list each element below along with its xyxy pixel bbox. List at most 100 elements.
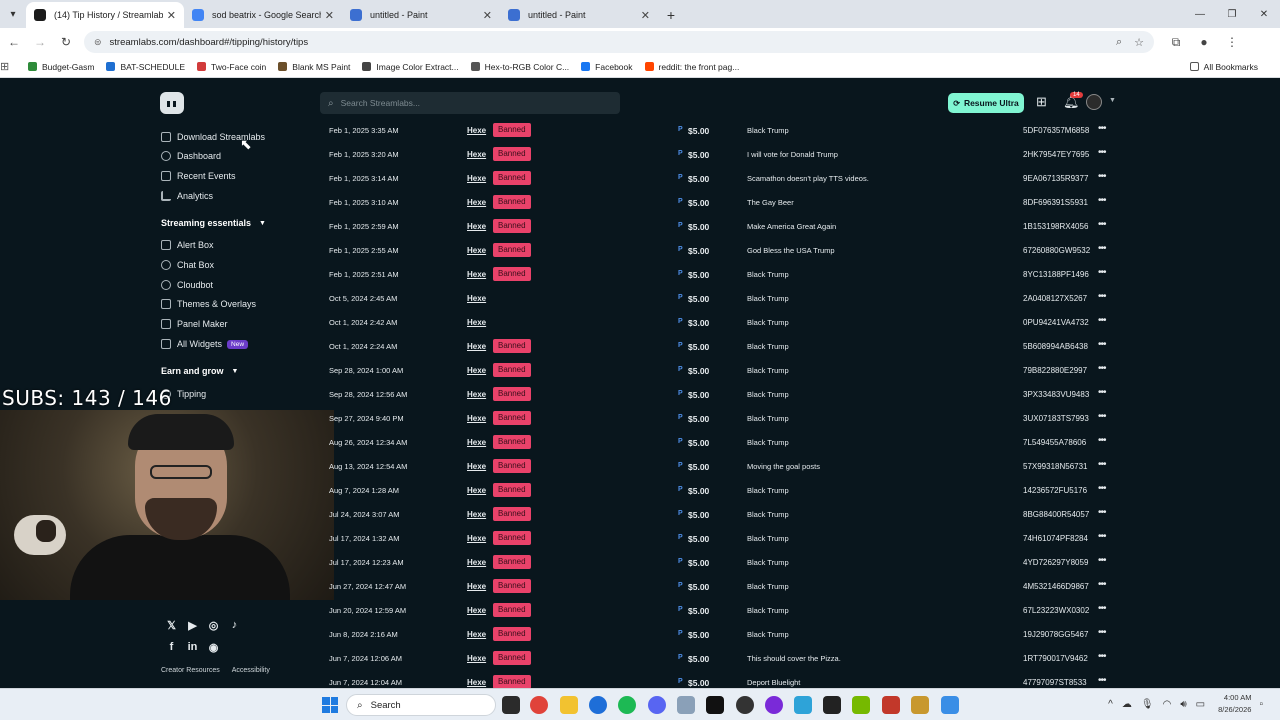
tiktok-icon[interactable]: ♪ [224,619,245,632]
more-options-icon[interactable]: ••• [1098,219,1106,230]
new-tab-button[interactable]: + [658,2,684,28]
forward-button[interactable]: → [28,30,52,54]
microphone-icon[interactable]: 🎙︎ [1141,699,1154,710]
tip-username-link[interactable]: Hexe [467,558,486,567]
more-options-icon[interactable]: ••• [1098,243,1106,254]
browser-tab[interactable]: sod beatrix - Google Search ✕ [184,2,342,28]
tip-username-link[interactable]: Hexe [467,366,486,375]
search-bar[interactable]: ⌕ Search Streamlabs... [320,92,620,114]
wifi-icon[interactable]: ◠ [1163,699,1172,710]
more-options-icon[interactable]: ••• [1098,267,1106,278]
accessibility-link[interactable]: Accessibility [232,667,270,674]
more-options-icon[interactable]: ••• [1098,123,1106,134]
more-options-icon[interactable]: ••• [1098,675,1106,686]
tip-username-link[interactable]: Hexe [467,150,486,159]
browser-tab[interactable]: untitled - Paint ✕ [342,2,500,28]
facebook-icon[interactable]: f [161,641,182,654]
app-icon[interactable] [706,696,724,714]
close-tab-icon[interactable]: ✕ [483,9,492,22]
profile-icon[interactable]: ● [1190,35,1218,50]
more-options-icon[interactable]: ••• [1098,171,1106,182]
spotify-icon[interactable] [618,696,636,714]
discord-icon[interactable]: ◉ [203,641,224,654]
app-icon[interactable] [911,696,929,714]
start-button[interactable] [322,697,338,713]
more-options-icon[interactable]: ••• [1098,291,1106,302]
app-icon[interactable] [823,696,841,714]
close-window-button[interactable]: ✕ [1248,0,1280,28]
address-bar[interactable]: ⊜ streamlabs.com/dashboard#/tipping/hist… [84,31,1154,53]
notepad-icon[interactable] [794,696,812,714]
chrome-icon[interactable] [530,696,548,714]
tip-username-link[interactable]: Hexe [467,342,486,351]
more-options-icon[interactable]: ••• [1098,411,1106,422]
sidebar-item-panel-maker[interactable]: Panel Maker [161,319,228,329]
task-view-icon[interactable] [502,696,520,714]
youtube-icon[interactable]: ▶ [182,619,203,632]
browser-tab[interactable]: untitled - Paint ✕ [500,2,658,28]
discord-icon[interactable] [648,696,666,714]
more-options-icon[interactable]: ••• [1098,507,1106,518]
section-earn-and-grow[interactable]: Earn and grow ▼ [161,366,238,376]
apps-grid-icon[interactable]: ⊞ [1036,94,1047,110]
tip-username-link[interactable]: Hexe [467,462,486,471]
chevron-up-icon[interactable]: ^ [1108,699,1113,710]
more-options-icon[interactable]: ••• [1098,627,1106,638]
more-options-icon[interactable]: ••• [1098,387,1106,398]
instagram-icon[interactable]: ◎ [203,619,224,632]
tip-username-link[interactable]: Hexe [467,294,486,303]
browser-menu-icon[interactable]: ⋮ [1218,35,1246,50]
chevron-down-icon[interactable]: ▼ [1109,97,1116,104]
reload-button[interactable]: ↻ [54,30,78,54]
streamlabs-logo[interactable] [160,92,184,114]
tip-username-link[interactable]: Hexe [467,222,486,231]
sidebar-item-themes[interactable]: Themes & Overlays [161,299,256,309]
tip-username-link[interactable]: Hexe [467,270,486,279]
tip-username-link[interactable]: Hexe [467,198,486,207]
more-options-icon[interactable]: ••• [1098,651,1106,662]
more-options-icon[interactable]: ••• [1098,555,1106,566]
more-options-icon[interactable]: ••• [1098,483,1106,494]
app-icon[interactable] [882,696,900,714]
volume-icon[interactable]: 🔊︎ [1180,699,1186,710]
bookmark-item[interactable]: Hex-to-RGB Color C... [470,62,569,72]
all-bookmarks[interactable]: All Bookmarks [1189,62,1258,72]
section-streaming-essentials[interactable]: Streaming essentials ▼ [161,218,266,228]
linkedin-icon[interactable]: in [182,641,203,654]
back-button[interactable]: ← [2,30,26,54]
app-icon[interactable] [589,696,607,714]
more-options-icon[interactable]: ••• [1098,363,1106,374]
tip-username-link[interactable]: Hexe [467,438,486,447]
tip-username-link[interactable]: Hexe [467,318,486,327]
nvidia-icon[interactable] [852,696,870,714]
bookmark-item[interactable]: Image Color Extract... [362,62,459,72]
sidebar-item-dashboard[interactable]: Dashboard [161,151,221,161]
bookmark-item[interactable]: BAT-SCHEDULE [106,62,185,72]
sidebar-item-recent-events[interactable]: Recent Events [161,171,236,181]
tip-username-link[interactable]: Hexe [467,654,486,663]
tip-username-link[interactable]: Hexe [467,126,486,135]
tip-username-link[interactable]: Hexe [467,414,486,423]
tip-username-link[interactable]: Hexe [467,582,486,591]
tip-username-link[interactable]: Hexe [467,606,486,615]
file-explorer-icon[interactable] [560,696,578,714]
bookmark-star-icon[interactable]: ☆ [1134,36,1144,49]
more-options-icon[interactable]: ••• [1098,435,1106,446]
bookmark-item[interactable]: reddit: the front pag... [644,62,739,72]
browser-tab[interactable]: (14) Tip History / Streamlabs ✕ [26,2,184,28]
sidebar-item-analytics[interactable]: Analytics [161,191,213,201]
more-options-icon[interactable]: ••• [1098,603,1106,614]
tip-username-link[interactable]: Hexe [467,246,486,255]
battery-icon[interactable]: ▭ [1196,699,1205,710]
more-options-icon[interactable]: ••• [1098,459,1106,470]
app-icon[interactable] [765,696,783,714]
creator-resources-link[interactable]: Creator Resources [161,667,220,674]
avatar[interactable] [1086,94,1102,110]
zoom-icon[interactable]: ⌕ [1116,36,1122,49]
taskbar-search[interactable]: ⌕ Search [346,694,496,716]
more-options-icon[interactable]: ••• [1098,195,1106,206]
sidebar-item-alert-box[interactable]: Alert Box [161,240,214,250]
bookmark-item[interactable]: Blank MS Paint [278,62,350,72]
x-twitter-icon[interactable]: 𝕏 [161,619,182,632]
sidebar-item-all-widgets[interactable]: All Widgets New [161,339,249,349]
